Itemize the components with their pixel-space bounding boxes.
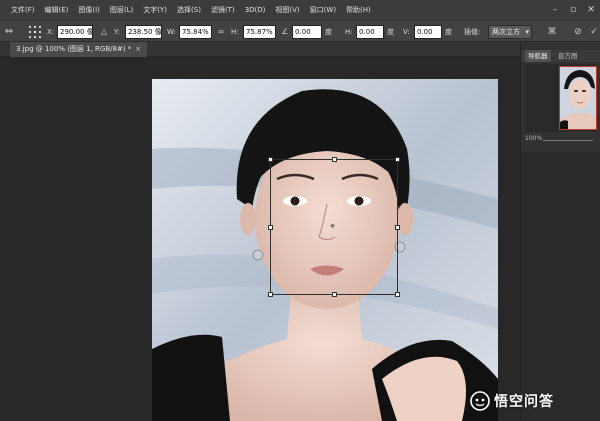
- navigator-thumbnail[interactable]: [559, 66, 597, 130]
- x-label: X:: [47, 28, 55, 36]
- menu-select[interactable]: 选择(S): [172, 0, 206, 20]
- watermark-text: 悟空问答: [494, 394, 554, 410]
- canvas-workspace[interactable]: ⌖: [0, 57, 520, 421]
- relative-position-icon[interactable]: △: [99, 25, 109, 39]
- navigator-preview[interactable]: [525, 64, 597, 132]
- y-label: Y:: [114, 28, 120, 36]
- panel-tabs: 导航器 直方图: [521, 50, 600, 62]
- angle-field[interactable]: 0.00: [292, 25, 322, 39]
- zoom-slider[interactable]: [543, 140, 593, 141]
- angle-icon: ∠: [281, 27, 289, 36]
- reference-point-icon[interactable]: [28, 25, 42, 39]
- w-label: W:: [167, 28, 176, 36]
- menu-window[interactable]: 窗口(W): [305, 0, 341, 20]
- transform-handle-top-left[interactable]: [268, 157, 273, 162]
- minimize-icon[interactable]: –: [546, 0, 564, 20]
- move-tool-icon[interactable]: ⇔: [2, 25, 16, 39]
- x-field[interactable]: 290.00 像: [57, 25, 93, 39]
- document-tab[interactable]: 3.jpg @ 100% (图层 1, RGB/8#) * ×: [10, 42, 148, 57]
- link-icon[interactable]: ∞: [215, 25, 227, 39]
- warp-icon[interactable]: ⌘: [546, 25, 558, 39]
- menu-bar: 文件(F) 编辑(E) 图像(I) 图层(L) 文字(Y) 选择(S) 滤镜(T…: [0, 0, 600, 20]
- right-panel: 导航器 直方图 100%: [520, 42, 600, 421]
- menu-image[interactable]: 图像(I): [73, 0, 105, 20]
- y-field[interactable]: 238.50 像: [125, 25, 162, 39]
- watermark: 悟空问答: [470, 390, 554, 412]
- zoom-level[interactable]: 100%: [525, 135, 542, 142]
- menu-type[interactable]: 文字(Y): [138, 0, 172, 20]
- menu-edit[interactable]: 编辑(E): [40, 0, 74, 20]
- commit-transform-icon[interactable]: ✓: [588, 25, 600, 39]
- transform-handle-top-right[interactable]: [395, 157, 400, 162]
- options-bar: ⇔ X: 290.00 像 △ Y: 238.50 像 W: 75.84% ∞ …: [0, 20, 600, 42]
- hskew-field[interactable]: 0.00: [356, 25, 384, 39]
- document-tab-title: 3.jpg @ 100% (图层 1, RGB/8#) *: [16, 45, 132, 53]
- maximize-icon[interactable]: ▫: [564, 0, 582, 20]
- menu-view[interactable]: 视图(V): [270, 0, 304, 20]
- menu-file[interactable]: 文件(F): [6, 0, 40, 20]
- transform-handle-top[interactable]: [332, 157, 337, 162]
- transform-handle-bottom-right[interactable]: [395, 292, 400, 297]
- transform-center-icon[interactable]: ⌖: [330, 222, 335, 232]
- menu-3d[interactable]: 3D(D): [240, 0, 271, 20]
- h-field[interactable]: 75.87%: [243, 25, 276, 39]
- transform-handle-left[interactable]: [268, 225, 273, 230]
- close-tab-icon[interactable]: ×: [135, 45, 141, 53]
- transform-handle-bottom-left[interactable]: [268, 292, 273, 297]
- close-window-icon[interactable]: ✕: [582, 0, 600, 20]
- h-label: H:: [231, 28, 239, 36]
- document-tab-bar: 3.jpg @ 100% (图层 1, RGB/8#) * ×: [0, 42, 520, 57]
- transform-handle-bottom[interactable]: [332, 292, 337, 297]
- transform-handle-right[interactable]: [395, 225, 400, 230]
- vskew-field[interactable]: 0.00: [414, 25, 442, 39]
- wukong-logo-icon: [470, 391, 490, 411]
- tab-histogram[interactable]: 直方图: [555, 50, 581, 62]
- window-controls: – ▫ ✕: [546, 0, 600, 20]
- menu-help[interactable]: 帮助(H): [341, 0, 376, 20]
- interpolation-label: 插值:: [464, 28, 481, 36]
- vskew-label: V:: [403, 28, 410, 36]
- panel-body: [521, 152, 600, 421]
- w-field[interactable]: 75.84%: [179, 25, 212, 39]
- cancel-transform-icon[interactable]: ⊘: [572, 25, 584, 39]
- navigator-zoom-row: 100%: [525, 135, 597, 145]
- hskew-label: H:: [345, 28, 353, 36]
- angle-unit: 度: [325, 28, 332, 36]
- hskew-unit: 度: [387, 28, 394, 36]
- transform-bounding-box[interactable]: ⌖: [268, 157, 400, 297]
- menu-filter[interactable]: 滤镜(T): [206, 0, 240, 20]
- menu-layer[interactable]: 图层(L): [105, 0, 138, 20]
- interpolation-select[interactable]: 两次立方: [488, 25, 532, 39]
- navigator-thumbnail-image: [560, 67, 596, 129]
- tab-navigator[interactable]: 导航器: [525, 50, 551, 62]
- vskew-unit: 度: [445, 28, 452, 36]
